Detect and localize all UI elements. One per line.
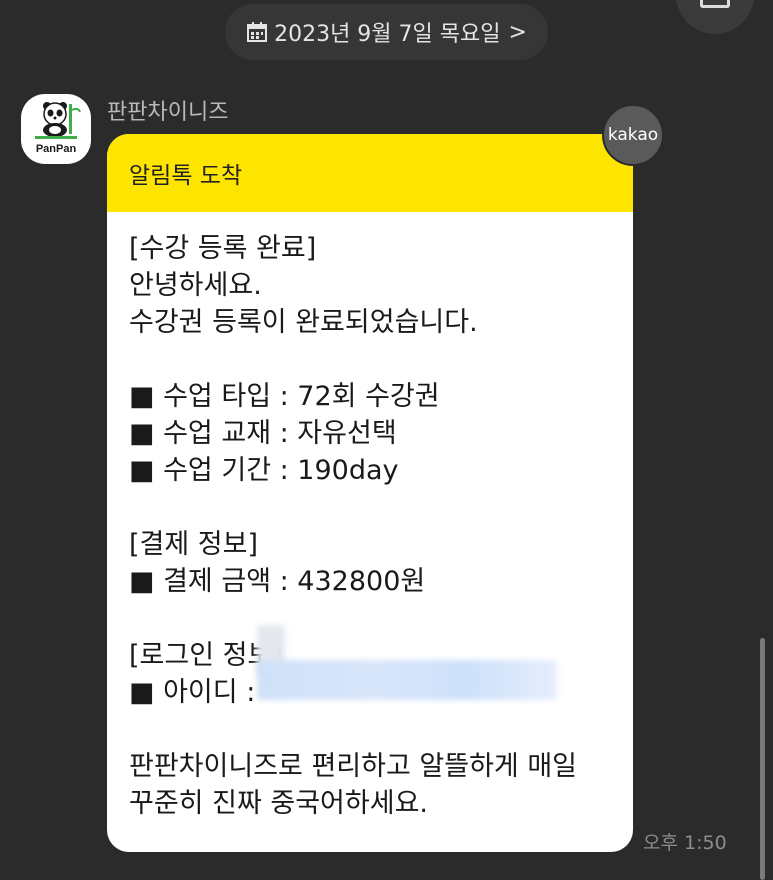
avatar[interactable]: PanPan [21, 94, 91, 164]
share-icon [700, 0, 730, 8]
date-header[interactable]: 2023년 9월 7일 목요일 > [225, 4, 548, 60]
card-header: 알림톡 도착 [107, 134, 633, 212]
chevron-right-icon: > [508, 19, 527, 45]
message-line: ■ 수업 타입 : 72회 수강권 [129, 381, 440, 412]
alimtalk-message-card[interactable]: 알림톡 도착 [수강 등록 완료] 안녕하세요. 수강권 등록이 완료되었습니다… [107, 134, 633, 852]
message-line: [결제 정보] [129, 529, 259, 560]
scrollbar[interactable] [760, 638, 765, 880]
card-body: [수강 등록 완료] 안녕하세요. 수강권 등록이 완료되었습니다. ■ 수업 … [107, 212, 633, 822]
avatar-text: PanPan [36, 143, 77, 155]
message-line: 판판차이니즈로 편리하고 알뜰하게 매일 [129, 751, 578, 782]
sender-name: 판판차이니즈 [107, 100, 229, 125]
message-line: ■ 수업 교재 : 자유선택 [129, 418, 397, 449]
redacted-id-blur [257, 660, 557, 700]
panda-logo: PanPan [35, 102, 81, 155]
chat-screen: 2023년 9월 7일 목요일 > PanPan 판판차이니즈 kakao 알림… [0, 0, 773, 880]
message-line: ■ 결제 금액 : 432800원 [129, 566, 426, 597]
calendar-icon [247, 22, 268, 42]
message-line: [수강 등록 완료] [129, 233, 317, 264]
message-line: 안녕하세요. [129, 270, 262, 301]
message-timestamp: 오후 1:50 [643, 832, 727, 854]
share-button[interactable] [676, 0, 754, 34]
date-label: 2023년 9월 7일 목요일 [274, 22, 501, 47]
kakao-badge: kakao [602, 104, 664, 166]
message-line: 꾸준히 진짜 중국어하세요. [129, 788, 428, 819]
message-line: ■ 수업 기간 : 190day [129, 455, 399, 486]
message-line: 수강권 등록이 완료되었습니다. [129, 307, 478, 338]
